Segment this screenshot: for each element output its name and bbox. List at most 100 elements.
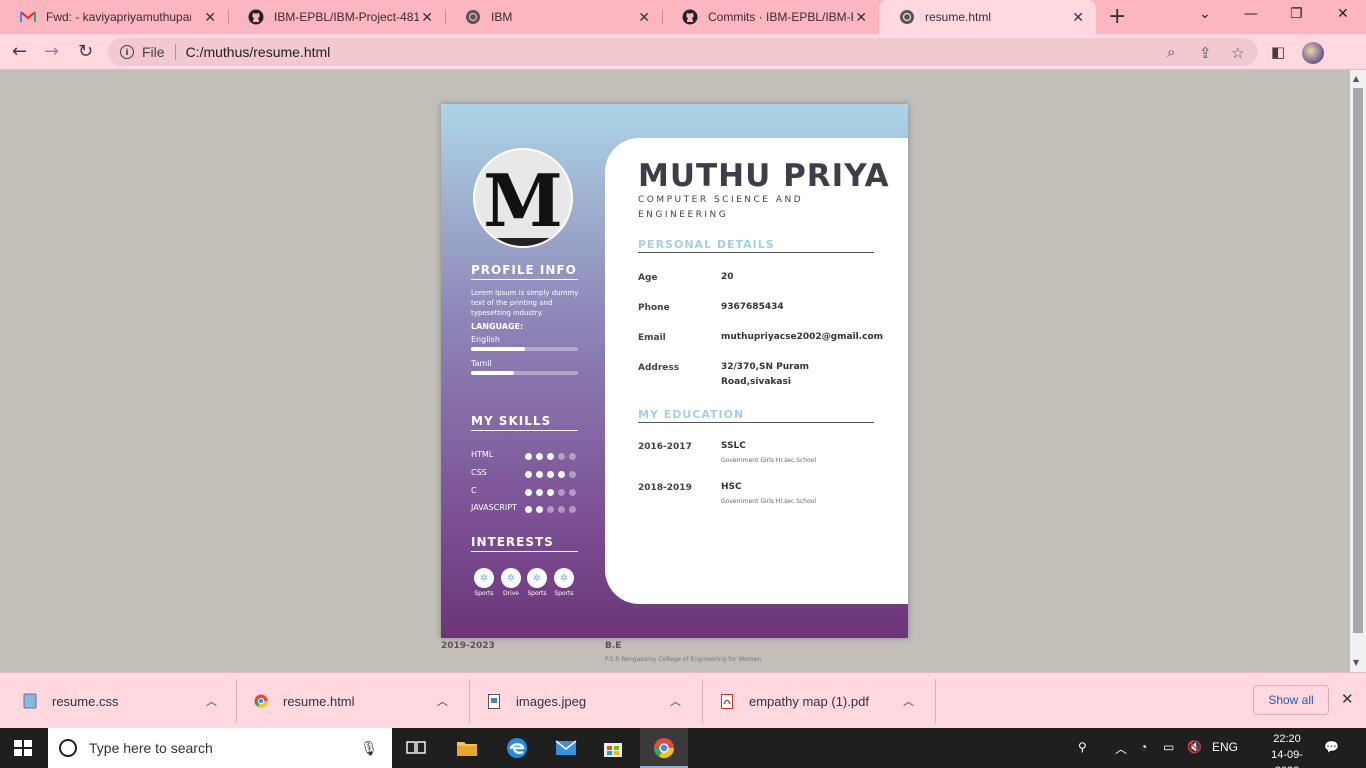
downloads-bar: resume.css ︿ resume.html ︿ images.jpeg ︿… <box>0 672 1366 728</box>
tab-title: Fwd: - kaviyapriyamuthupand <box>46 10 191 24</box>
volume-muted-icon[interactable]: 🔇 <box>1187 740 1202 754</box>
close-tab-icon[interactable]: ✕ <box>638 9 650 26</box>
interest-label: Sports <box>527 590 547 597</box>
close-window-button[interactable]: ✕ <box>1337 6 1349 22</box>
chevron-up-icon[interactable]: ︿ <box>903 693 914 709</box>
tab-github-project[interactable]: IBM-EPBL/IBM-Project-48159 ✕ <box>228 0 445 34</box>
download-filename: empathy map (1).pdf <box>749 693 869 709</box>
input-language[interactable]: ENG <box>1212 740 1238 754</box>
chevron-up-icon[interactable]: ︿ <box>206 693 217 709</box>
profile-photo: M <box>473 148 573 248</box>
tab-title: IBM <box>491 10 513 24</box>
download-filename: resume.css <box>52 693 119 709</box>
task-view-icon[interactable] <box>404 736 428 760</box>
interest-icon: ✲ <box>474 568 494 588</box>
microphone-icon[interactable]: 🎙 <box>360 740 378 757</box>
interests-heading-wrap: INTERESTS <box>471 535 578 552</box>
skill-rating-dot <box>547 489 554 496</box>
tab-title: resume.html <box>925 10 992 24</box>
download-item[interactable]: images.jpeg ︿ <box>486 673 702 729</box>
restore-button[interactable]: ❐ <box>1290 6 1303 22</box>
taskbar-search-box[interactable]: Type here to search 🎙 <box>48 728 392 768</box>
zoom-icon[interactable]: ⌕ <box>1167 44 1175 61</box>
skill-name: CSS <box>471 468 487 477</box>
resume-main-card: MUTHU PRIYA COMPUTER SCIENCE AND ENGINEE… <box>605 138 908 604</box>
phone-label: Phone <box>638 303 670 313</box>
address-bar[interactable]: i File C:/muthus/resume.html ⌕ ⇪ ☆ <box>108 38 1258 66</box>
skill-name: C <box>471 486 477 495</box>
share-icon[interactable]: ⇪ <box>1199 44 1212 62</box>
skill-rating-dot <box>525 489 532 496</box>
chrome-icon[interactable] <box>652 736 676 760</box>
download-item[interactable]: resume.html ︿ <box>253 673 469 729</box>
skill-row: HTML <box>471 450 581 462</box>
page-viewport: M PROFILE INFO Lorem Ipsum is simply dum… <box>0 70 1350 672</box>
new-tab-button[interactable]: + <box>1108 4 1126 29</box>
address-line-2: Road,sivakasi <box>721 377 791 387</box>
age-value: 20 <box>721 272 734 282</box>
vertical-scrollbar[interactable]: ▲ ▼ <box>1350 70 1366 672</box>
notifications-icon[interactable]: 💬 <box>1324 740 1339 754</box>
skill-rating-dot <box>536 453 543 460</box>
info-icon[interactable]: i <box>120 45 134 59</box>
interest-label: Sports <box>474 590 494 597</box>
network-icon[interactable]: ◔ <box>1140 740 1147 754</box>
scroll-down-arrow[interactable]: ▼ <box>1353 658 1359 667</box>
interest-item: ✲ Sports <box>553 568 575 597</box>
tab-ibm[interactable]: IBM ✕ <box>445 0 662 34</box>
tab-github-commits[interactable]: Commits · IBM-EPBL/IBM-Pro ✕ <box>662 0 879 34</box>
clock-date: 14-09-2022 <box>1271 749 1303 768</box>
tab-search-chevron-icon[interactable]: ⌄ <box>1199 6 1211 22</box>
edge-icon[interactable] <box>505 736 529 760</box>
profile-info-section: PROFILE INFO Lorem Ipsum is simply dummy… <box>471 263 581 375</box>
close-tab-icon[interactable]: ✕ <box>855 9 867 26</box>
download-item[interactable]: empathy map (1).pdf ︿ <box>719 673 935 729</box>
interest-icon: ✲ <box>554 568 574 588</box>
download-filename: images.jpeg <box>516 693 587 709</box>
chevron-up-icon[interactable]: ︿ <box>670 693 681 709</box>
skill-rating-dot <box>536 489 543 496</box>
skill-name: HTML <box>471 450 494 459</box>
skill-rating-dot <box>525 506 532 513</box>
resume-name: MUTHU PRIYA <box>638 158 890 194</box>
system-clock[interactable]: 22:20 14-09-2022 <box>1262 731 1312 768</box>
download-filename: resume.html <box>283 693 355 709</box>
cortana-icon <box>59 739 77 757</box>
close-downloads-icon[interactable]: ✕ <box>1341 690 1354 708</box>
education-heading: MY EDUCATION <box>638 408 874 423</box>
side-panel-icon[interactable]: ◧ <box>1271 43 1285 61</box>
email-label: Email <box>638 333 666 343</box>
store-icon[interactable] <box>601 736 625 760</box>
close-tab-icon[interactable]: ✕ <box>204 9 216 26</box>
bookmark-star-icon[interactable]: ☆ <box>1231 44 1244 62</box>
tab-gmail[interactable]: Fwd: - kaviyapriyamuthupand ✕ <box>0 0 228 34</box>
battery-icon[interactable]: ▭ <box>1163 740 1174 754</box>
download-item[interactable]: resume.css ︿ <box>22 673 236 729</box>
resume-role: COMPUTER SCIENCE AND ENGINEERING <box>638 195 804 220</box>
scrollbar-thumb[interactable] <box>1353 88 1363 633</box>
phone-value: 9367685434 <box>721 302 784 312</box>
show-all-button[interactable]: Show all <box>1253 685 1329 715</box>
close-tab-icon[interactable]: ✕ <box>1072 9 1084 26</box>
skill-rating-dot <box>558 453 565 460</box>
back-button[interactable]: ← <box>12 41 27 62</box>
personal-details-heading: PERSONAL DETAILS <box>638 238 874 253</box>
clock-time: 22:20 <box>1273 733 1301 745</box>
scroll-up-arrow[interactable]: ▲ <box>1353 74 1359 83</box>
windows-start-icon[interactable] <box>14 740 32 756</box>
profile-avatar[interactable] <box>1302 42 1324 64</box>
close-tab-icon[interactable]: ✕ <box>421 9 433 26</box>
people-icon[interactable]: ⚲ <box>1078 740 1087 754</box>
chrome-html-icon <box>253 692 269 710</box>
tab-resume[interactable]: resume.html ✕ <box>879 0 1096 34</box>
search-placeholder: Type here to search <box>89 740 213 756</box>
show-hidden-icons-chevron[interactable]: ︿ <box>1115 740 1127 757</box>
chevron-up-icon[interactable]: ︿ <box>437 693 448 709</box>
divider <box>702 679 703 723</box>
forward-button[interactable]: → <box>44 41 59 62</box>
reload-button[interactable]: ↻ <box>78 41 93 62</box>
minimize-button[interactable]: — <box>1244 6 1258 22</box>
mail-icon[interactable] <box>554 736 578 760</box>
file-explorer-icon[interactable] <box>455 736 479 760</box>
divider <box>469 679 470 723</box>
